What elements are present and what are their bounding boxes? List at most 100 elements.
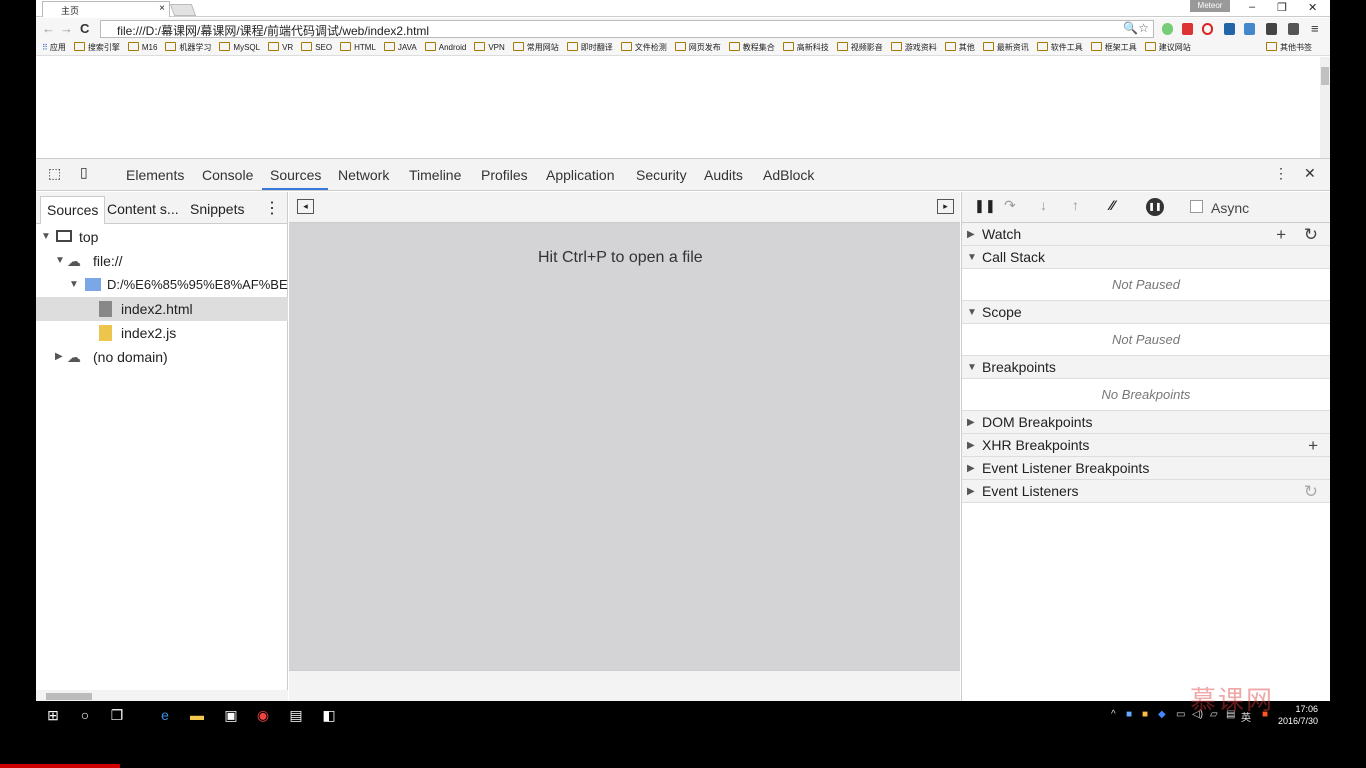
expanded-triangle-icon[interactable]: ▼ — [41, 225, 51, 249]
back-icon[interactable]: ← — [42, 21, 55, 36]
close-window-button[interactable]: ✕ — [1308, 1, 1317, 14]
bookmark-folder[interactable]: 其他 — [945, 43, 975, 52]
add-watch-icon[interactable]: + — [1276, 223, 1286, 246]
tab-audits[interactable]: Audits — [704, 167, 743, 183]
task-view-icon[interactable]: ❐ — [108, 707, 126, 723]
close-devtools-icon[interactable]: ✕ — [1304, 165, 1316, 182]
bookmark-apps[interactable]: 应用 — [50, 43, 66, 52]
bookmark-folder[interactable]: 搜索引擎 — [74, 43, 120, 52]
bookmark-folder[interactable]: 最新资讯 — [983, 43, 1029, 52]
bookmark-folder[interactable]: 常用网站 — [513, 43, 559, 52]
refresh-icon[interactable]: ↻ — [1304, 223, 1318, 246]
store-icon[interactable]: ▣ — [222, 707, 240, 723]
deactivate-breakpoints-icon[interactable]: ⁄⁄ — [1110, 197, 1115, 213]
explorer-icon[interactable]: ▬ — [188, 707, 206, 723]
bookmark-folder[interactable]: 框架工具 — [1091, 43, 1137, 52]
event-listeners-section[interactable]: ▶ Event Listeners ↻ — [962, 480, 1330, 503]
tab-timeline[interactable]: Timeline — [409, 167, 461, 183]
tab-security[interactable]: Security — [636, 167, 687, 183]
bookmark-folder[interactable]: 教程集合 — [729, 43, 775, 52]
zoom-star-icon[interactable]: 🔍☆ — [1123, 21, 1149, 35]
new-tab-button[interactable] — [169, 4, 197, 16]
tab-adblock[interactable]: AdBlock — [763, 167, 814, 183]
event-listener-breakpoints-section[interactable]: ▶ Event Listener Breakpoints — [962, 457, 1330, 480]
pause-icon[interactable]: ❚❚ — [974, 198, 996, 214]
bookmark-folder[interactable]: SEO — [301, 43, 332, 52]
tab-console[interactable]: Console — [202, 167, 253, 183]
tree-item-index2-js[interactable]: index2.js — [36, 321, 288, 345]
menu-icon[interactable]: ≡ — [1311, 21, 1319, 36]
start-icon[interactable]: ⊞ — [44, 707, 62, 723]
device-toggle-icon[interactable]: ▯ — [80, 164, 88, 181]
other-bookmarks[interactable]: 其他书签 — [1266, 42, 1312, 53]
tab-network[interactable]: Network — [338, 167, 389, 183]
tray-icon[interactable]: ■ — [1142, 709, 1148, 720]
tree-item-file[interactable]: ▼ ☁ file:// — [36, 249, 288, 273]
dom-breakpoints-section[interactable]: ▶ DOM Breakpoints — [962, 411, 1330, 434]
network-icon[interactable]: ▭ — [1176, 709, 1185, 720]
tab-profiles[interactable]: Profiles — [481, 167, 528, 183]
tree-item-folder[interactable]: ▼ D:/%E6%85%95%E8%AF%BE% — [36, 273, 288, 297]
step-into-icon[interactable]: ↓ — [1040, 197, 1047, 213]
minimize-button[interactable]: – — [1249, 1, 1255, 13]
opera-icon[interactable] — [1202, 23, 1213, 35]
bookmark-folder[interactable]: JAVA — [384, 43, 417, 52]
xhr-breakpoints-section[interactable]: ▶ XHR Breakpoints + — [962, 434, 1330, 457]
step-out-icon[interactable]: ↑ — [1072, 197, 1079, 213]
extension-icon[interactable] — [1162, 23, 1173, 35]
watch-section[interactable]: ▶ Watch + ↻ — [962, 223, 1330, 246]
collapsed-triangle-icon[interactable]: ▶ — [55, 345, 63, 369]
tree-item-top[interactable]: ▼ top — [36, 225, 288, 249]
scope-section[interactable]: ▼ Scope — [962, 301, 1330, 324]
profile-button[interactable]: Meteor — [1190, 0, 1230, 12]
tab-content-scripts[interactable]: Content s... — [107, 201, 179, 217]
expanded-triangle-icon[interactable]: ▼ — [69, 273, 79, 297]
shield-icon[interactable]: ◆ — [1158, 709, 1166, 720]
bookmark-folder[interactable]: 软件工具 — [1037, 43, 1083, 52]
chrome-icon[interactable]: ◉ — [254, 707, 272, 723]
inspect-icon[interactable]: ⬚ — [48, 165, 61, 182]
tab-application[interactable]: Application — [546, 167, 615, 183]
bookmark-folder[interactable]: VR — [268, 43, 293, 52]
browser-tab[interactable]: 主页 × — [42, 1, 170, 17]
bookmark-folder[interactable]: M16 — [128, 43, 158, 52]
add-xhr-breakpoint-icon[interactable]: + — [1308, 434, 1318, 457]
more-icon[interactable]: ⋮ — [1274, 165, 1288, 182]
toggle-navigator-icon[interactable]: ◂ — [297, 199, 314, 214]
bookmark-folder[interactable]: 游戏资料 — [891, 43, 937, 52]
bookmark-folder[interactable]: VPN — [474, 43, 504, 52]
bookmark-folder[interactable]: 即时翻译 — [567, 43, 613, 52]
edge-icon[interactable]: e — [156, 707, 174, 723]
tab-elements[interactable]: Elements — [126, 167, 184, 183]
expanded-triangle-icon[interactable]: ▼ — [55, 249, 65, 273]
async-checkbox[interactable] — [1190, 200, 1203, 213]
extension-icon[interactable] — [1182, 23, 1193, 35]
bookmark-folder[interactable]: MySQL — [219, 43, 260, 52]
bookmark-folder[interactable]: 网页发布 — [675, 43, 721, 52]
extension-icon[interactable] — [1224, 23, 1235, 35]
tree-item-index2-html[interactable]: index2.html — [36, 297, 288, 321]
bookmark-folder[interactable]: 建议网站 — [1145, 43, 1191, 52]
tray-icon[interactable]: ■ — [1126, 709, 1132, 720]
bookmark-folder[interactable]: HTML — [340, 43, 376, 52]
breakpoints-section[interactable]: ▼ Breakpoints — [962, 356, 1330, 379]
bookmark-folder[interactable]: 文件检测 — [621, 43, 667, 52]
tab-snippets[interactable]: Snippets — [190, 201, 244, 217]
refresh-icon[interactable]: ↻ — [1304, 480, 1318, 503]
bookmark-folder[interactable]: 高新科技 — [783, 43, 829, 52]
forward-icon[interactable]: → — [60, 21, 73, 36]
tray-expand-icon[interactable]: ^ — [1111, 709, 1116, 720]
bookmark-folder[interactable]: Android — [425, 43, 467, 52]
reload-icon[interactable]: C — [80, 21, 89, 36]
extension-icon[interactable] — [1288, 23, 1299, 35]
address-bar[interactable]: file:///D:/幕课网/幕课网/课程/前端代码调试/web/index2.… — [100, 20, 1154, 38]
pause-on-exceptions-icon[interactable]: ❚❚ — [1146, 198, 1164, 216]
bookmark-folder[interactable]: 机器学习 — [165, 43, 211, 52]
extension-icon[interactable] — [1266, 23, 1277, 35]
page-scrollbar[interactable] — [1320, 57, 1330, 158]
close-tab-icon[interactable]: × — [159, 3, 165, 14]
clock[interactable]: 17:06 2016/7/30 — [1278, 703, 1318, 727]
toggle-debugger-icon[interactable]: ▸ — [937, 199, 954, 214]
step-over-icon[interactable]: ↷ — [1004, 197, 1016, 214]
tree-item-no-domain[interactable]: ▶ ☁ (no domain) — [36, 345, 288, 369]
